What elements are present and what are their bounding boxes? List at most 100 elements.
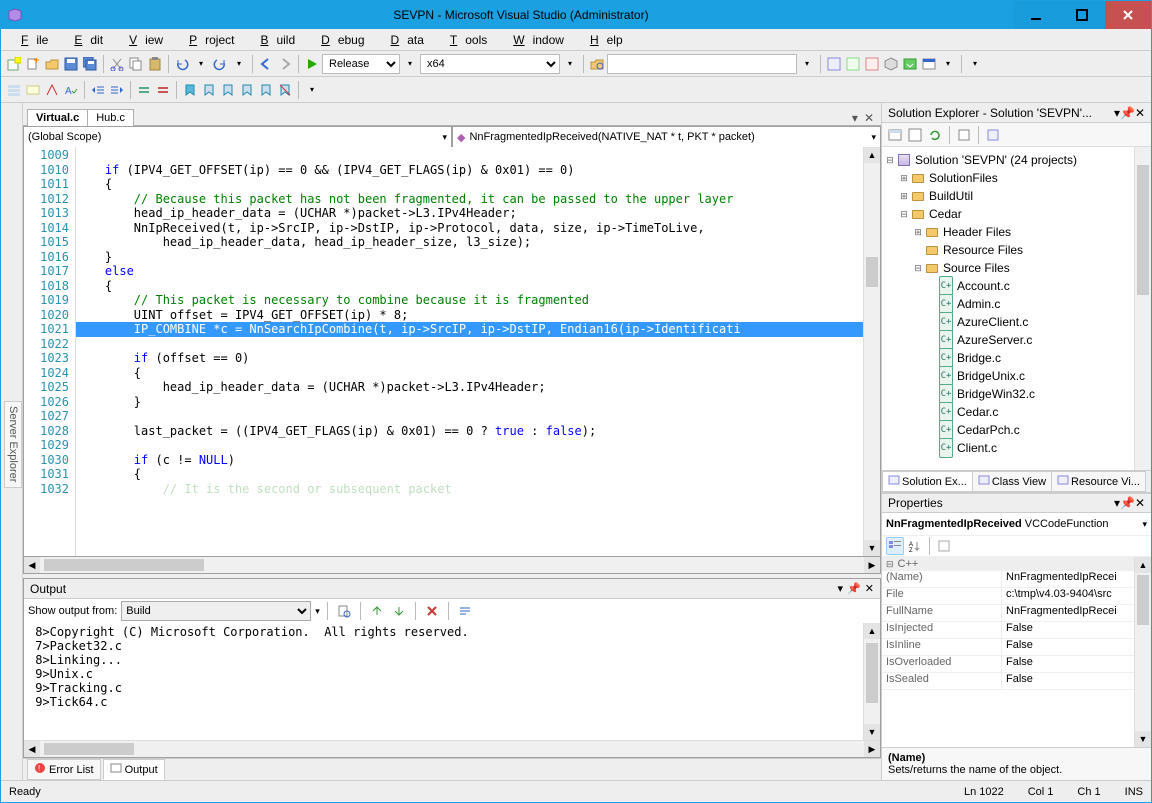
menu-view[interactable]: View	[113, 31, 171, 49]
file-admin-c[interactable]: C+Admin.c	[884, 295, 1149, 313]
output-hscrollbar[interactable]: ◀▶	[24, 740, 880, 757]
paste-icon[interactable]	[146, 55, 164, 73]
cut-icon[interactable]	[108, 55, 126, 73]
prop-categorized-icon[interactable]	[886, 537, 904, 555]
editor-vscrollbar[interactable]: ▲▼	[863, 147, 880, 556]
open-icon[interactable]	[43, 55, 61, 73]
tab-virtual-c[interactable]: Virtual.c	[27, 109, 88, 126]
active-files-menu-icon[interactable]: ▾	[849, 111, 861, 125]
nav-fwd-icon[interactable]	[276, 55, 294, 73]
folder-header-files[interactable]: ⊞Header Files	[884, 223, 1149, 241]
sx-tab-2[interactable]: Resource Vi...	[1051, 471, 1146, 492]
expander-icon[interactable]: ⊞	[898, 187, 910, 205]
find-in-files-icon[interactable]	[588, 55, 606, 73]
menu-project[interactable]: Project	[173, 31, 242, 49]
menu-debug[interactable]: Debug	[305, 31, 372, 49]
bookmark-next-icon[interactable]	[219, 81, 237, 99]
find-combo[interactable]	[607, 54, 797, 74]
output-text[interactable]: 8>Copyright (C) Microsoft Corporation. A…	[24, 623, 863, 740]
member-list-icon[interactable]	[5, 81, 23, 99]
prop-row-fullname[interactable]: FullNameNnFragmentedIpRecei	[882, 605, 1151, 622]
prop-row-file[interactable]: Filec:\tmp\v4.03-9404\src	[882, 588, 1151, 605]
output-source-combo[interactable]: Build	[121, 601, 311, 621]
decrease-indent-icon[interactable]	[89, 81, 107, 99]
code-editor[interactable]: 1009101010111012101310141015101610171018…	[23, 147, 881, 557]
properties-grid[interactable]: ⊟C++(Name)NnFragmentedIpReceiFilec:\tmp\…	[882, 557, 1151, 747]
minimize-button[interactable]	[1013, 1, 1059, 29]
menu-edit[interactable]: Edit	[58, 31, 111, 49]
scope-combo[interactable]: (Global Scope)▾	[23, 126, 452, 148]
bookmark-prev-icon[interactable]	[200, 81, 218, 99]
sx-properties-icon[interactable]	[886, 126, 904, 144]
toolbar2-options-icon[interactable]: ▾	[303, 81, 321, 99]
folder-source-files[interactable]: ⊟Source Files	[884, 259, 1149, 277]
nav-back-icon[interactable]	[257, 55, 275, 73]
output-prev-icon[interactable]	[368, 602, 386, 620]
project-solutionfiles[interactable]: ⊞SolutionFiles	[884, 169, 1149, 187]
sln-explorer-icon[interactable]	[825, 55, 843, 73]
menu-data[interactable]: Data	[375, 31, 432, 49]
file-azureclient-c[interactable]: C+AzureClient.c	[884, 313, 1149, 331]
menu-window[interactable]: Window	[497, 31, 572, 49]
menu-build[interactable]: Build	[244, 31, 303, 49]
close-button[interactable]	[1105, 1, 1151, 29]
toolbox-icon[interactable]	[882, 55, 900, 73]
bottom-tab-error-list[interactable]: !Error List	[27, 759, 101, 780]
output-title-bar[interactable]: Output ▾ 📌 ✕	[24, 579, 880, 599]
prop-category[interactable]: ⊟C++	[882, 557, 1151, 571]
title-bar[interactable]: SEVPN - Microsoft Visual Studio (Adminis…	[1, 1, 1151, 29]
close-panel-icon[interactable]: ✕	[865, 582, 874, 595]
file-client-c[interactable]: C+Client.c	[884, 439, 1149, 457]
output-next-icon[interactable]	[390, 602, 408, 620]
platform-combo[interactable]: x64	[420, 54, 560, 74]
member-combo[interactable]: ◆NnFragmentedIpReceived(NATIVE_NAT * t, …	[452, 126, 881, 148]
server-explorer-tab[interactable]: Server Explorer	[4, 401, 22, 487]
properties-icon[interactable]	[844, 55, 862, 73]
bookmark-clear-icon[interactable]	[276, 81, 294, 99]
new-project-icon[interactable]	[5, 55, 23, 73]
properties-object-combo[interactable]: NnFragmentedIpReceived VCCodeFunction ▾	[882, 513, 1151, 535]
file-azureserver-c[interactable]: C+AzureServer.c	[884, 331, 1149, 349]
file-bridgewin32-c[interactable]: C+BridgeWin32.c	[884, 385, 1149, 403]
prop-pin-icon[interactable]: 📌	[1120, 496, 1135, 510]
expander-icon[interactable]: ⊞	[912, 223, 924, 241]
sx-show-all-icon[interactable]	[906, 126, 924, 144]
tab-hub-c[interactable]: Hub.c	[87, 109, 134, 126]
menu-tools[interactable]: Tools	[434, 31, 495, 49]
output-clear-icon[interactable]	[423, 602, 441, 620]
solution-explorer-title[interactable]: Solution Explorer - Solution 'SEVPN'... …	[882, 103, 1151, 123]
solution-node[interactable]: ⊟Solution 'SEVPN' (24 projects)	[884, 151, 1149, 169]
bookmark-next-folder-icon[interactable]	[257, 81, 275, 99]
menu-help[interactable]: Help	[574, 31, 631, 49]
sx-view-designer-icon[interactable]	[984, 126, 1002, 144]
folder-resource-files[interactable]: Resource Files	[884, 241, 1149, 259]
sx-close-icon[interactable]: ✕	[1135, 106, 1145, 120]
window-position-icon[interactable]: ▾	[838, 582, 844, 595]
prop-pages-icon[interactable]	[935, 537, 953, 555]
window-list-icon[interactable]	[920, 55, 938, 73]
redo-menu-icon[interactable]: ▾	[230, 55, 248, 73]
prop-row-isinjected[interactable]: IsInjectedFalse	[882, 622, 1151, 639]
output-wrap-icon[interactable]	[456, 602, 474, 620]
prop-row-isoverloaded[interactable]: IsOverloadedFalse	[882, 656, 1151, 673]
expander-icon[interactable]: ⊟	[912, 259, 924, 277]
expander-icon[interactable]: ⊟	[898, 205, 910, 223]
toolbar-options-icon[interactable]: ▾	[966, 55, 984, 73]
undo-menu-icon[interactable]: ▾	[192, 55, 210, 73]
editor-hscrollbar[interactable]: ◀▶	[24, 557, 880, 573]
object-browser-icon[interactable]	[863, 55, 881, 73]
prop-alphabetical-icon[interactable]: AZ	[906, 537, 924, 555]
sx-pin-icon[interactable]: 📌	[1120, 106, 1135, 120]
menu-file[interactable]: File	[5, 31, 56, 49]
sx-vscrollbar[interactable]	[1134, 147, 1151, 470]
code-area[interactable]: if (IPV4_GET_OFFSET(ip) == 0 && (IPV4_GE…	[76, 147, 863, 556]
prop-row-name[interactable]: (Name)NnFragmentedIpRecei	[882, 571, 1151, 588]
prop-row-issealed[interactable]: IsSealedFalse	[882, 673, 1151, 690]
sx-refresh-icon[interactable]	[926, 126, 944, 144]
file-bridge-c[interactable]: C+Bridge.c	[884, 349, 1149, 367]
output-vscrollbar[interactable]: ▲▼	[863, 623, 880, 740]
expander-icon[interactable]: ⊟	[884, 151, 896, 169]
complete-word-icon[interactable]: A	[62, 81, 80, 99]
sx-view-code-icon[interactable]	[955, 126, 973, 144]
sx-tab-1[interactable]: Class View	[972, 471, 1052, 492]
